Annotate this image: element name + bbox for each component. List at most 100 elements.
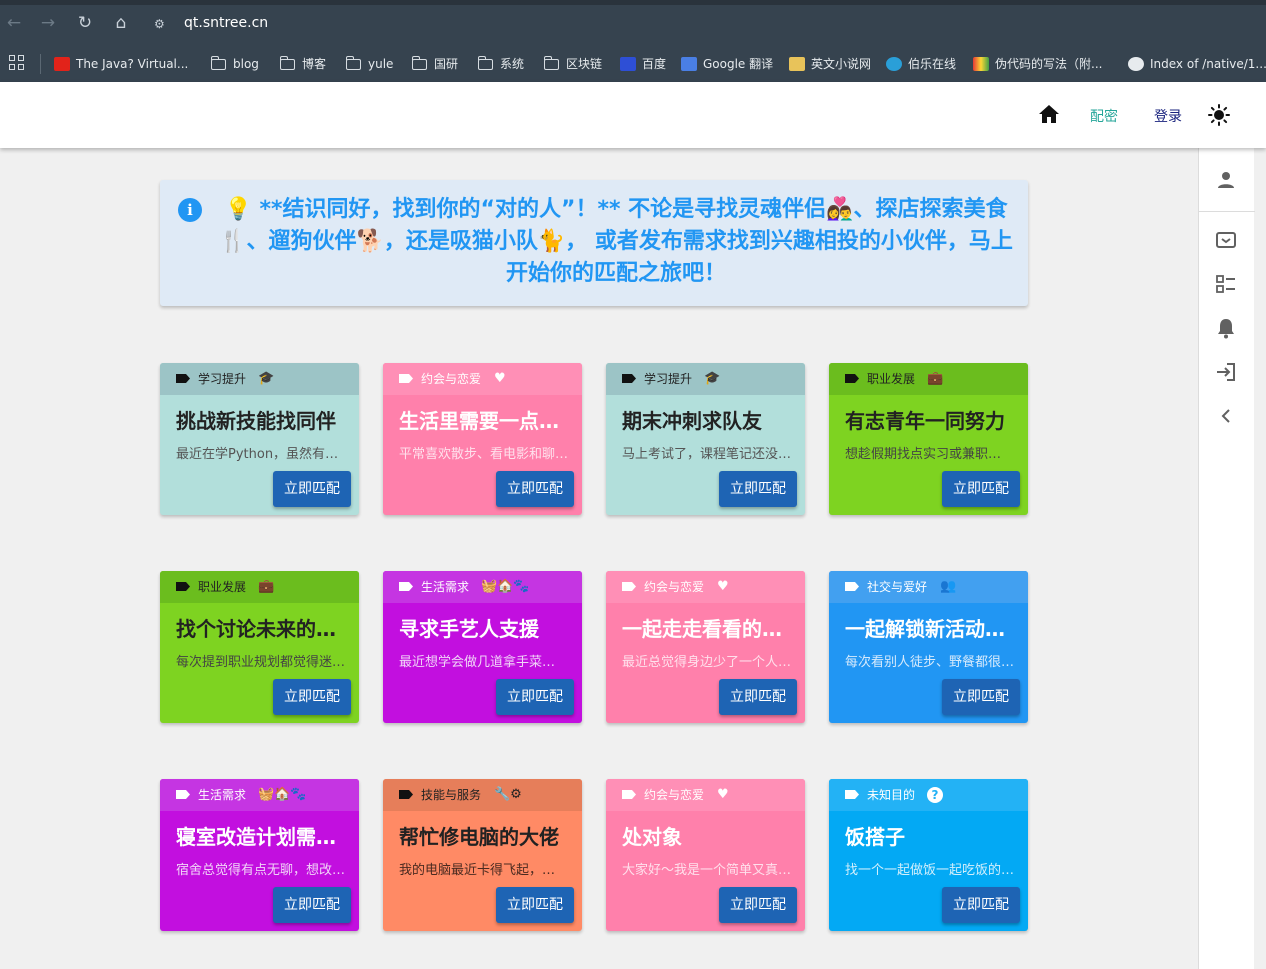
card-category-bar: 生活需求 🧺🏠🐾 (383, 571, 582, 603)
match-now-button[interactable]: 立即匹配 (496, 679, 574, 715)
card-title: 生活里需要一点浪漫 (399, 409, 571, 433)
home-icon[interactable] (1039, 105, 1059, 123)
match-card[interactable]: 生活需求 🧺🏠🐾 寝室改造计划需要你 宿舍总觉得有点无聊，想改造… 立即匹配 (160, 779, 359, 931)
inbox-icon[interactable] (1214, 228, 1238, 252)
site-info-icon[interactable]: ⚙ (154, 16, 170, 32)
site-icon (789, 57, 805, 71)
match-card[interactable]: 约会与恋爱 ♥ 生活里需要一点浪漫 平常喜欢散步、看电影和聊天… 立即匹配 (383, 363, 582, 515)
match-card[interactable]: 未知目的 ? 饭搭子 找一个一起做饭一起吃饭的人… 立即匹配 (829, 779, 1028, 931)
folder-icon (210, 55, 226, 70)
tag-icon (622, 374, 636, 383)
card-title: 有志青年一同努力 (845, 409, 1005, 433)
side-rail (1198, 148, 1255, 969)
card-category: 生活需求 (421, 580, 470, 594)
nav-login-link[interactable]: 登录 (1154, 106, 1182, 126)
bookmark-folder[interactable]: 博客 (279, 54, 326, 74)
card-category: 生活需求 (198, 788, 247, 802)
url-text[interactable]: qt.sntree.cn (184, 15, 268, 31)
forward-arrow-icon[interactable]: → (37, 12, 59, 34)
folder-icon (411, 55, 427, 70)
match-now-button[interactable]: 立即匹配 (273, 679, 351, 715)
card-description: 最近总觉得身边少了一个人… (622, 655, 792, 670)
bookmark-item[interactable]: Index of /native/1... (1128, 54, 1266, 74)
bookmark-item[interactable]: 伯乐在线 (886, 54, 956, 74)
bookmark-item[interactable]: 英文小说网 (789, 54, 871, 74)
home-pets-icon: 🧺🏠🐾 (258, 787, 307, 802)
bookmark-folder[interactable]: 系统 (477, 54, 525, 74)
bookmark-item[interactable]: 百度 (620, 54, 666, 74)
card-description: 每次看别人徒步、野餐都很羡慕… (845, 655, 1015, 670)
address-bar[interactable]: ⚙ qt.sntree.cn (146, 9, 1254, 39)
card-category: 约会与恋爱 (644, 580, 705, 594)
back-arrow-icon[interactable]: ← (3, 12, 25, 34)
tag-icon (399, 790, 413, 799)
bell-icon[interactable] (1214, 316, 1238, 340)
graduation-cap-icon: 🎓 (704, 371, 721, 386)
bookmark-item[interactable]: The Java? Virtual... (54, 54, 188, 74)
match-card[interactable]: 生活需求 🧺🏠🐾 寻求手艺人支援 最近想学会做几道拿手菜… 立即匹配 (383, 571, 582, 723)
bookmark-folder[interactable]: blog (210, 54, 259, 74)
user-icon[interactable] (1214, 168, 1238, 192)
tag-icon (176, 374, 190, 383)
bookmark-folder[interactable]: 国研 (411, 54, 459, 74)
match-card[interactable]: 学习提升 🎓 期末冲刺求队友 马上考试了，课程笔记还没整理… 立即匹配 (606, 363, 805, 515)
graduation-cap-icon: 🎓 (258, 371, 275, 386)
tag-icon (622, 790, 636, 799)
match-card[interactable]: 职业发展 💼 有志青年一同努力 想趁假期找点实习或兼职… 立即匹配 (829, 363, 1028, 515)
card-title: 挑战新技能找同伴 (176, 409, 336, 433)
card-category: 约会与恋爱 (644, 788, 705, 802)
card-category: 约会与恋爱 (421, 372, 482, 386)
nav-pair-link[interactable]: 配密 (1090, 106, 1118, 126)
match-card[interactable]: 约会与恋爱 ♥ 一起走走看看的伙伴 最近总觉得身边少了一个人… 立即匹配 (606, 571, 805, 723)
bookmark-folder[interactable]: yule (345, 54, 394, 74)
tag-icon (399, 582, 413, 591)
tab-strip (0, 0, 1266, 5)
match-now-button[interactable]: 立即匹配 (719, 679, 797, 715)
match-now-button[interactable]: 立即匹配 (719, 471, 797, 507)
match-card[interactable]: 社交与爱好 👥 一起解锁新活动的伙伴 每次看别人徒步、野餐都很羡慕… 立即匹配 (829, 571, 1028, 723)
card-category-bar: 约会与恋爱 ♥ (606, 571, 805, 603)
home-pets-icon: 🧺🏠🐾 (481, 579, 530, 594)
match-now-button[interactable]: 立即匹配 (496, 887, 574, 923)
match-now-button[interactable]: 立即匹配 (496, 471, 574, 507)
reload-icon[interactable]: ↻ (74, 12, 96, 34)
card-category: 职业发展 (198, 580, 247, 594)
match-now-button[interactable]: 立即匹配 (942, 471, 1020, 507)
match-now-button[interactable]: 立即匹配 (273, 471, 351, 507)
bookmark-label: 国研 (434, 57, 459, 71)
bookmark-item[interactable]: 伪代码的写法（附... (973, 54, 1102, 74)
chevron-left-icon[interactable] (1214, 404, 1238, 428)
match-now-button[interactable]: 立即匹配 (719, 887, 797, 923)
home-browser-icon[interactable]: ⌂ (110, 12, 132, 34)
bookmark-item[interactable]: Google 翻译 (681, 54, 773, 74)
match-card[interactable]: 职业发展 💼 找个讨论未来的伙伴 每次提到职业规划都觉得迷茫… 立即匹配 (160, 571, 359, 723)
apps-grid-icon[interactable] (9, 55, 25, 71)
sun-icon[interactable] (1208, 104, 1230, 126)
bookmark-label: 伪代码的写法（附... (995, 57, 1103, 71)
tag-icon (845, 790, 859, 799)
card-description: 每次提到职业规划都觉得迷茫… (176, 655, 346, 670)
match-now-button[interactable]: 立即匹配 (942, 887, 1020, 923)
oracle-icon (54, 57, 70, 71)
card-description: 马上考试了，课程笔记还没整理… (622, 447, 792, 462)
match-card[interactable]: 约会与恋爱 ♥ 处对象 大家好～我是一个简单又真诚的人… 立即匹配 (606, 779, 805, 931)
bookmark-label: yule (368, 57, 394, 71)
baidu-icon (620, 57, 636, 71)
card-description: 最近在学Python，虽然有点难… (176, 447, 346, 462)
match-now-button[interactable]: 立即匹配 (273, 887, 351, 923)
card-category-bar: 技能与服务 🔧⚙ (383, 779, 582, 811)
bookmark-label: 系统 (500, 57, 525, 71)
card-category: 学习提升 (198, 372, 247, 386)
match-now-button[interactable]: 立即匹配 (942, 679, 1020, 715)
match-card[interactable]: 技能与服务 🔧⚙ 帮忙修电脑的大佬 我的电脑最近卡得飞起，… 立即匹配 (383, 779, 582, 931)
card-category-bar: 生活需求 🧺🏠🐾 (160, 779, 359, 811)
app-header: 配密 登录 (0, 82, 1266, 148)
card-title: 寝室改造计划需要你 (176, 825, 348, 849)
bookmark-folder[interactable]: 区块链 (543, 54, 602, 74)
tag-icon (845, 582, 859, 591)
folder-icon (279, 55, 295, 70)
checklist-icon[interactable] (1214, 272, 1238, 296)
match-card[interactable]: 学习提升 🎓 挑战新技能找同伴 最近在学Python，虽然有点难… 立即匹配 (160, 363, 359, 515)
login-icon[interactable] (1214, 360, 1238, 384)
card-title: 寻求手艺人支援 (399, 617, 539, 641)
